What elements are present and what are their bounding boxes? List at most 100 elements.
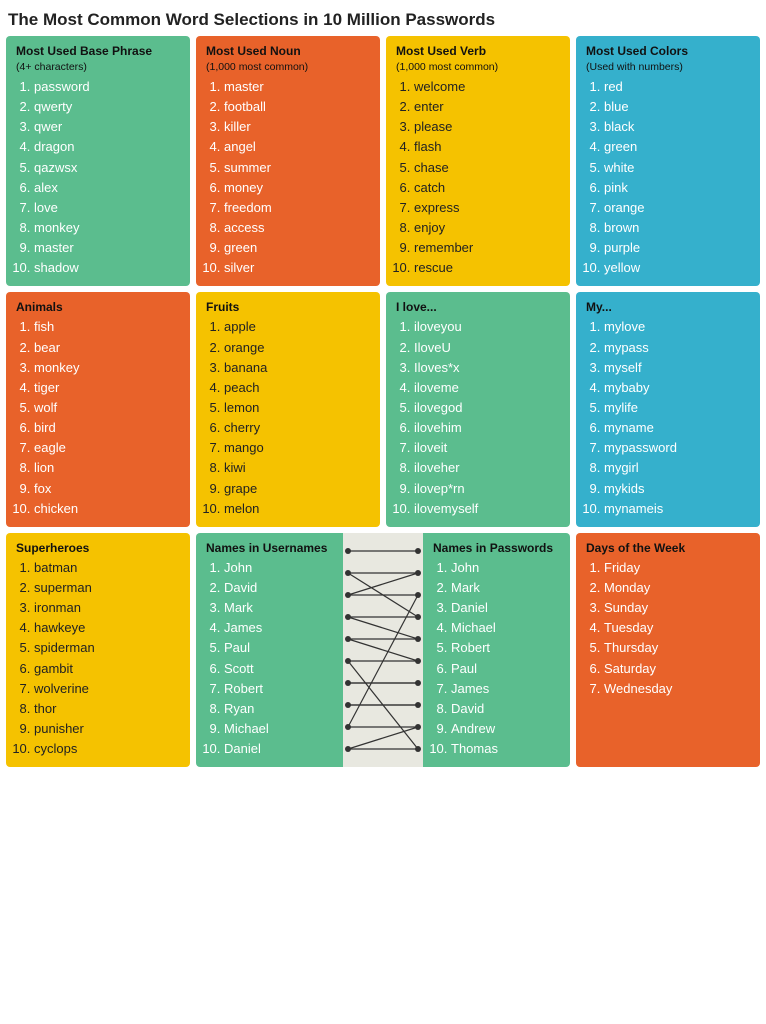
names-passwords: Names in Passwords John Mark Daniel Mich… [423, 533, 570, 767]
list-item: money [224, 178, 370, 198]
list-item: myname [604, 418, 750, 438]
list-item: mynameis [604, 499, 750, 519]
list-item: Michael [224, 719, 333, 739]
list-item: alex [34, 178, 180, 198]
list-item: ironman [34, 598, 180, 618]
superheroes-header: Superheroes [16, 541, 180, 555]
names-section: Names in Usernames John David Mark James… [196, 533, 570, 767]
list-item: Robert [224, 679, 333, 699]
list-item: summer [224, 158, 370, 178]
list-item: Friday [604, 558, 750, 578]
animals-header: Animals [16, 300, 180, 314]
list-item: flash [414, 137, 560, 157]
list-item: David [224, 578, 333, 598]
list-item: Daniel [224, 739, 333, 759]
list-item: qwer [34, 117, 180, 137]
list-item: gambit [34, 659, 180, 679]
list-item: thor [34, 699, 180, 719]
list-item: wolf [34, 398, 180, 418]
list-item: killer [224, 117, 370, 137]
section-days: Days of the Week Friday Monday Sunday Tu… [576, 533, 760, 767]
list-item: qwerty [34, 97, 180, 117]
list-item: ilovep*rn [414, 479, 560, 499]
list-item: myself [604, 358, 750, 378]
list-item: James [224, 618, 333, 638]
section-animals: Animals fish bear monkey tiger wolf bird… [6, 292, 190, 526]
list-item: catch [414, 178, 560, 198]
list-item: Daniel [451, 598, 560, 618]
list-item: ilovegod [414, 398, 560, 418]
list-item: lion [34, 458, 180, 478]
list-item: Saturday [604, 659, 750, 679]
list-item: John [451, 558, 560, 578]
main-title: The Most Common Word Selections in 10 Mi… [0, 0, 766, 36]
list-item: mango [224, 438, 370, 458]
list-item: cherry [224, 418, 370, 438]
list-item: green [604, 137, 750, 157]
base-phrase-subheader: (4+ characters) [16, 61, 180, 73]
colors-list: red blue black green white pink orange b… [586, 77, 750, 278]
list-item: yellow [604, 258, 750, 278]
list-item: freedom [224, 198, 370, 218]
list-item: Thomas [451, 739, 560, 759]
list-item: bear [34, 338, 180, 358]
names-usernames: Names in Usernames John David Mark James… [196, 533, 343, 767]
list-item: pink [604, 178, 750, 198]
list-item: black [604, 117, 750, 137]
list-item: orange [604, 198, 750, 218]
list-item: Sunday [604, 598, 750, 618]
list-item: mybaby [604, 378, 750, 398]
list-item: purple [604, 238, 750, 258]
list-item: James [451, 679, 560, 699]
list-item: Wednesday [604, 679, 750, 699]
noun-subheader: (1,000 most common) [206, 61, 370, 73]
list-item: kiwi [224, 458, 370, 478]
list-item: qazwsx [34, 158, 180, 178]
section-base-phrase: Most Used Base Phrase (4+ characters) pa… [6, 36, 190, 286]
list-item: ilovehim [414, 418, 560, 438]
verb-header: Most Used Verb [396, 44, 560, 58]
list-item: access [224, 218, 370, 238]
list-item: peach [224, 378, 370, 398]
list-item: master [34, 238, 180, 258]
list-item: enter [414, 97, 560, 117]
list-item: IloveU [414, 338, 560, 358]
ilove-header: I love... [396, 300, 560, 314]
section-superheroes: Superheroes batman superman ironman hawk… [6, 533, 190, 767]
list-item: Monday [604, 578, 750, 598]
list-item: superman [34, 578, 180, 598]
my-header: My... [586, 300, 750, 314]
list-item: cyclops [34, 739, 180, 759]
names-usernames-list: John David Mark James Paul Scott Robert … [206, 558, 333, 759]
list-item: red [604, 77, 750, 97]
colors-header: Most Used Colors [586, 44, 750, 58]
list-item: express [414, 198, 560, 218]
list-item: brown [604, 218, 750, 238]
list-item: silver [224, 258, 370, 278]
list-item: mylife [604, 398, 750, 418]
list-item: Thursday [604, 638, 750, 658]
list-item: Paul [451, 659, 560, 679]
list-item: dragon [34, 137, 180, 157]
list-item: batman [34, 558, 180, 578]
colors-subheader: (Used with numbers) [586, 61, 750, 73]
list-item: iloveme [414, 378, 560, 398]
list-item: tiger [34, 378, 180, 398]
names-passwords-header: Names in Passwords [433, 541, 560, 555]
section-fruits: Fruits apple orange banana peach lemon c… [196, 292, 380, 526]
list-item: grape [224, 479, 370, 499]
base-phrase-header: Most Used Base Phrase [16, 44, 180, 58]
list-item: Mark [224, 598, 333, 618]
list-item: lemon [224, 398, 370, 418]
list-item: please [414, 117, 560, 137]
list-item: mylove [604, 317, 750, 337]
verb-list: welcome enter please flash chase catch e… [396, 77, 560, 278]
list-item: Tuesday [604, 618, 750, 638]
section-colors: Most Used Colors (Used with numbers) red… [576, 36, 760, 286]
list-item: hawkeye [34, 618, 180, 638]
connector-lines [343, 533, 423, 767]
list-item: ilovemyself [414, 499, 560, 519]
list-item: enjoy [414, 218, 560, 238]
list-item: blue [604, 97, 750, 117]
section-verb: Most Used Verb (1,000 most common) welco… [386, 36, 570, 286]
